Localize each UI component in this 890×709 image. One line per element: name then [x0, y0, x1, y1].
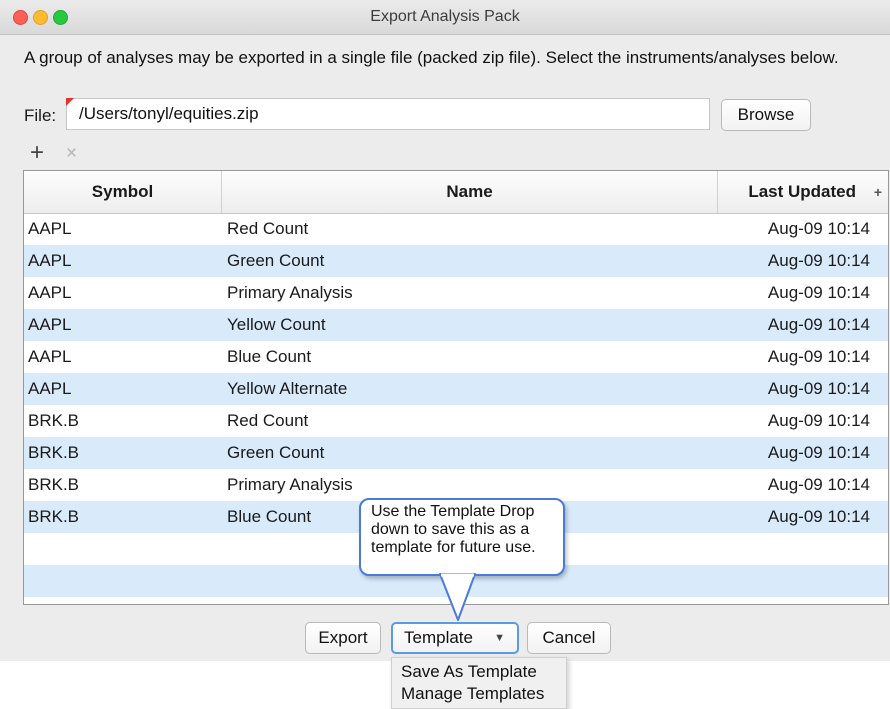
menu-item-save-as-template[interactable]: Save As Template [392, 661, 566, 683]
cell-symbol: BRK.B [28, 475, 80, 494]
cancel-button[interactable]: Cancel [527, 622, 611, 654]
file-field-marker [66, 98, 74, 106]
table-row[interactable]: AAPL Primary Analysis Aug-09 10:14 [24, 277, 888, 309]
export-button[interactable]: Export [305, 622, 381, 654]
cell-last-updated: Aug-09 10:14 [767, 379, 870, 398]
cell-name: Blue Count [227, 347, 312, 366]
cell-symbol: AAPL [28, 251, 72, 270]
menu-item-manage-templates[interactable]: Manage Templates [392, 683, 566, 705]
cell-last-updated: Aug-09 10:14 [767, 315, 870, 334]
add-icon[interactable]: + [30, 140, 44, 166]
table-header: Symbol Name Last Updated + [24, 171, 888, 214]
table-row[interactable]: AAPL Blue Count Aug-09 10:14 [24, 341, 888, 373]
cell-symbol: AAPL [28, 347, 72, 366]
column-header-symbol[interactable]: Symbol [24, 171, 222, 213]
dialog-description: A group of analyses may be exported in a… [24, 48, 839, 67]
cell-symbol: BRK.B [28, 507, 80, 526]
cell-symbol: BRK.B [28, 411, 80, 430]
cell-name: Green Count [227, 251, 325, 270]
cell-symbol: BRK.B [28, 443, 80, 462]
column-header-name[interactable]: Name [222, 171, 718, 213]
cell-name: Blue Count [227, 507, 312, 526]
cell-last-updated: Aug-09 10:14 [767, 507, 870, 526]
template-dropdown-button[interactable]: Template ▼ [391, 622, 519, 654]
cell-last-updated: Aug-09 10:14 [767, 347, 870, 366]
cell-last-updated: Aug-09 10:14 [767, 283, 870, 302]
cell-name: Primary Analysis [227, 475, 353, 494]
table-row[interactable]: BRK.B Red Count Aug-09 10:14 [24, 405, 888, 437]
cell-last-updated: Aug-09 10:14 [767, 219, 870, 238]
cell-name: Green Count [227, 443, 325, 462]
export-dialog: Export Analysis Pack A group of analyses… [0, 0, 890, 661]
window-title: Export Analysis Pack [370, 8, 520, 25]
table-row[interactable]: AAPL Red Count Aug-09 10:14 [24, 213, 888, 245]
table-row[interactable]: AAPL Green Count Aug-09 10:14 [24, 245, 888, 277]
column-header-last-updated[interactable]: Last Updated [718, 171, 868, 213]
table-row[interactable]: BRK.B Green Count Aug-09 10:14 [24, 437, 888, 469]
add-column-icon[interactable]: + [868, 171, 888, 213]
cell-name: Red Count [227, 219, 309, 238]
cell-last-updated: Aug-09 10:14 [767, 251, 870, 270]
cell-last-updated: Aug-09 10:14 [767, 443, 870, 462]
cell-last-updated: Aug-09 10:14 [767, 411, 870, 430]
browse-button[interactable]: Browse [721, 99, 811, 131]
chevron-down-icon: ▼ [494, 632, 505, 644]
template-button-label: Template [404, 628, 473, 647]
table-row[interactable]: AAPL Yellow Count Aug-09 10:14 [24, 309, 888, 341]
cell-name: Red Count [227, 411, 309, 430]
cell-symbol: AAPL [28, 315, 72, 334]
file-path-input[interactable] [66, 98, 710, 130]
help-callout: Use the Template Drop down to save this … [359, 498, 565, 576]
cell-symbol: AAPL [28, 219, 72, 238]
table-row[interactable]: BRK.B Primary Analysis Aug-09 10:14 [24, 469, 888, 501]
table-row[interactable]: AAPL Yellow Alternate Aug-09 10:14 [24, 373, 888, 405]
cell-last-updated: Aug-09 10:14 [767, 475, 870, 494]
cell-name: Yellow Alternate [227, 379, 348, 398]
cell-symbol: AAPL [28, 283, 72, 302]
cell-symbol: AAPL [28, 379, 72, 398]
remove-icon[interactable]: × [66, 142, 77, 166]
cell-name: Primary Analysis [227, 283, 353, 302]
cell-name: Yellow Count [227, 315, 326, 334]
title-bar: Export Analysis Pack [0, 0, 890, 35]
template-menu: Save As Template Manage Templates [391, 657, 567, 709]
file-label: File: [24, 106, 57, 125]
